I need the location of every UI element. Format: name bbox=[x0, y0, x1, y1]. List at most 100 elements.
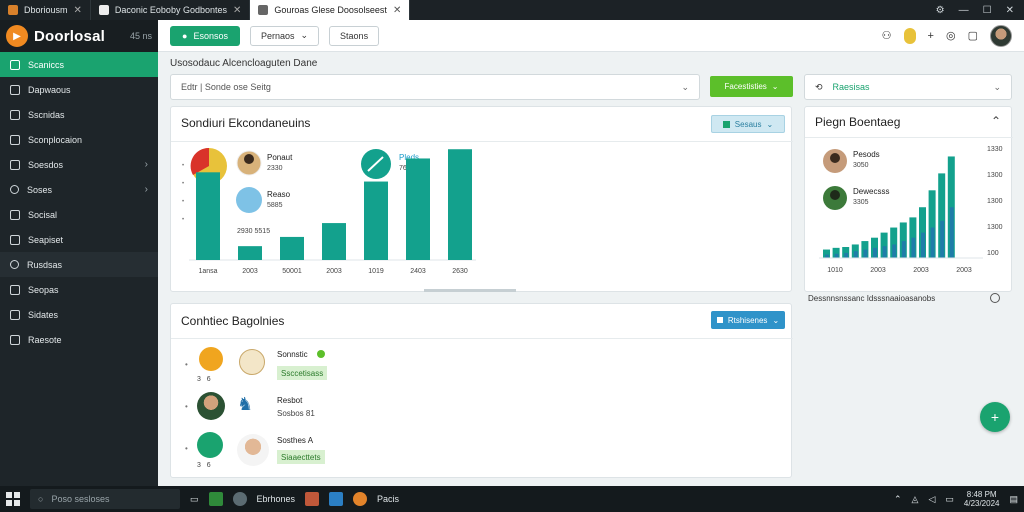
y-tick-label: 1300 bbox=[987, 172, 1003, 179]
sidebar-item-label: Soses bbox=[27, 184, 53, 195]
plus-icon: + bbox=[990, 409, 1000, 425]
chevron-down-icon: ⌄ bbox=[772, 315, 780, 325]
view-select[interactable]: Pernaos ⌄ bbox=[249, 25, 320, 46]
sidebar-item-2[interactable]: Dapwaous bbox=[0, 77, 158, 102]
minimize-icon[interactable]: — bbox=[959, 5, 969, 16]
brand[interactable]: ▶ Doorlosal 45 ns bbox=[0, 20, 158, 52]
grid-icon bbox=[10, 59, 20, 70]
sidebar-item-1[interactable]: Scaniccs bbox=[0, 52, 158, 77]
sidebar-item-label: Dapwaous bbox=[28, 84, 71, 95]
sidebar-item-7[interactable]: Socisal bbox=[0, 202, 158, 227]
x-axis-labels: 1010 2003 2003 2003 bbox=[827, 267, 972, 274]
browser-icon[interactable] bbox=[232, 492, 247, 506]
contacts-card-button[interactable]: Rtshisenes ⌄ bbox=[711, 311, 785, 329]
app-icon[interactable] bbox=[329, 492, 344, 506]
legend-value-1: 3050 bbox=[853, 162, 869, 169]
add-icon[interactable]: + bbox=[928, 30, 934, 42]
horizontal-scrollbar[interactable] bbox=[424, 289, 516, 292]
task-view-icon[interactable]: ▭ bbox=[190, 494, 199, 505]
chevron-up-icon[interactable]: ⌃ bbox=[894, 494, 902, 505]
action-button[interactable]: Facestisties ⌄ bbox=[710, 76, 793, 97]
sidebar-item-4[interactable]: Sconplocaion bbox=[0, 127, 158, 152]
contacts-card-button-label: Rtshisenes bbox=[727, 315, 768, 325]
search-input[interactable]: Edtr | Sonde ose Seitg ⌄ bbox=[170, 74, 700, 100]
bar-series bbox=[819, 156, 983, 259]
secondary-button[interactable]: Staons bbox=[329, 25, 380, 46]
x-tick-label: 1010 bbox=[827, 267, 843, 274]
app-icon[interactable] bbox=[305, 492, 320, 506]
avatar-hair-icon bbox=[244, 154, 254, 164]
close-icon[interactable]: ✕ bbox=[233, 5, 241, 16]
x-tick-label: 1019 bbox=[368, 268, 384, 275]
avatar bbox=[237, 434, 269, 466]
notifications-icon[interactable]: ▤ bbox=[1009, 494, 1018, 505]
page-title: Usosodauc Alcencloaguten Dane bbox=[170, 58, 318, 69]
clock[interactable]: 8:48 PM 4/23/2024 bbox=[964, 490, 1000, 508]
x-tick-label: 2003 bbox=[870, 267, 886, 274]
maximize-icon[interactable]: ☐ bbox=[983, 5, 992, 16]
windows-start-icon[interactable] bbox=[6, 492, 20, 506]
x-axis-labels: 1ansa 2003 50001 2003 1019 2403 2630 bbox=[198, 268, 467, 275]
box-icon bbox=[10, 84, 20, 95]
row-bullet: • bbox=[185, 444, 188, 453]
overview-card: Sondiuri Ekcondaneuins Sesaus ⌄ Ponaut 2… bbox=[170, 106, 793, 292]
primary-button[interactable]: ● Esonsos bbox=[170, 25, 240, 46]
taskbar-app-label[interactable]: Pacis bbox=[377, 494, 399, 504]
sidebar-item-5[interactable]: Soesdos › bbox=[0, 152, 158, 177]
x-tick-label: 50001 bbox=[282, 268, 302, 275]
bar bbox=[825, 254, 829, 258]
sidebar-item-11[interactable]: Sidates bbox=[0, 302, 158, 327]
sidebar-item-3[interactable]: Sscnidas bbox=[0, 102, 158, 127]
help-icon[interactable]: ◎ bbox=[946, 29, 956, 42]
browser-tab-1[interactable]: Dboriousm ✕ bbox=[0, 0, 91, 20]
bar bbox=[834, 253, 839, 258]
close-window-icon[interactable]: ✕ bbox=[1006, 5, 1014, 16]
people-icon[interactable]: ⚇ bbox=[882, 29, 892, 42]
rating-value: 3 bbox=[197, 376, 201, 383]
sidebar-item-9[interactable]: Rusdsas bbox=[0, 252, 158, 277]
card-icon bbox=[10, 209, 20, 220]
taskbar-app-label[interactable]: Ebrhones bbox=[257, 494, 296, 504]
close-icon[interactable]: ✕ bbox=[74, 5, 82, 16]
add-fab-button[interactable]: + bbox=[980, 402, 1010, 432]
message-icon[interactable]: ▢ bbox=[968, 29, 978, 42]
sidebar-item-6[interactable]: Soses › bbox=[0, 177, 158, 202]
bar bbox=[901, 241, 906, 258]
y-tick-label: 100 bbox=[987, 250, 999, 257]
browser-tab-2[interactable]: Daconic Eoboby Godbontes ✕ bbox=[91, 0, 251, 20]
bar bbox=[844, 252, 849, 258]
taskbar-search-input[interactable]: ○ Poso sesloses bbox=[30, 489, 180, 509]
row-value: Siaaecttets bbox=[277, 450, 325, 464]
tab-label: Gouroas Glese Doosolseest bbox=[274, 5, 387, 15]
sidebar-item-12[interactable]: Raesote bbox=[0, 327, 158, 352]
chevron-down-icon: ⌄ bbox=[300, 30, 309, 40]
taskbar-search-placeholder: Poso sesloses bbox=[51, 494, 110, 504]
browser-icon[interactable] bbox=[353, 492, 368, 506]
browser-tab-3[interactable]: Gouroas Glese Doosolseest ✕ bbox=[250, 0, 411, 20]
y-axis-labels: 1330 1300 1300 1300 100 bbox=[987, 146, 1003, 257]
top-toolbar: ● Esonsos Pernaos ⌄ Staons ⚇ + ◎ ▢ bbox=[158, 20, 1024, 52]
sidebar-item-label: Sscnidas bbox=[28, 109, 65, 120]
close-icon[interactable]: ✕ bbox=[393, 5, 401, 16]
volume-icon[interactable]: ◁ bbox=[928, 494, 935, 505]
list-icon bbox=[10, 284, 20, 295]
battery-icon[interactable]: ▭ bbox=[945, 494, 954, 505]
settings-icon[interactable]: ⚙ bbox=[936, 5, 945, 16]
info-icon[interactable] bbox=[990, 293, 1000, 303]
sidebar-item-label: Soesdos bbox=[28, 159, 64, 170]
network-icon[interactable]: ◬ bbox=[912, 494, 919, 505]
sidebar-item-10[interactable]: Seopas bbox=[0, 277, 158, 302]
system-tray: ⌃ ◬ ◁ ▭ 8:48 PM 4/23/2024 ▤ bbox=[894, 490, 1018, 508]
sidebar-nav: Scaniccs Dapwaous Sscnidas Sconplocaion … bbox=[0, 52, 158, 352]
clock-date: 4/23/2024 bbox=[963, 499, 1000, 508]
right-select[interactable]: ⟲ Raesisas ⌄ bbox=[804, 74, 1012, 100]
folder-icon bbox=[10, 159, 20, 170]
sidebar-item-8[interactable]: Seapiset bbox=[0, 227, 158, 252]
notification-icon[interactable] bbox=[903, 27, 916, 44]
overview-chart: Ponaut 2330 Reaso 5885 2930 5515 Pleds 7… bbox=[182, 147, 516, 292]
bar bbox=[930, 227, 935, 258]
contacts-card-title: Conhtiec Bagolnies bbox=[181, 314, 285, 328]
window-controls: ⚙ — ☐ ✕ bbox=[936, 5, 1024, 16]
app-icon[interactable] bbox=[208, 492, 223, 506]
user-avatar[interactable] bbox=[990, 24, 1012, 47]
